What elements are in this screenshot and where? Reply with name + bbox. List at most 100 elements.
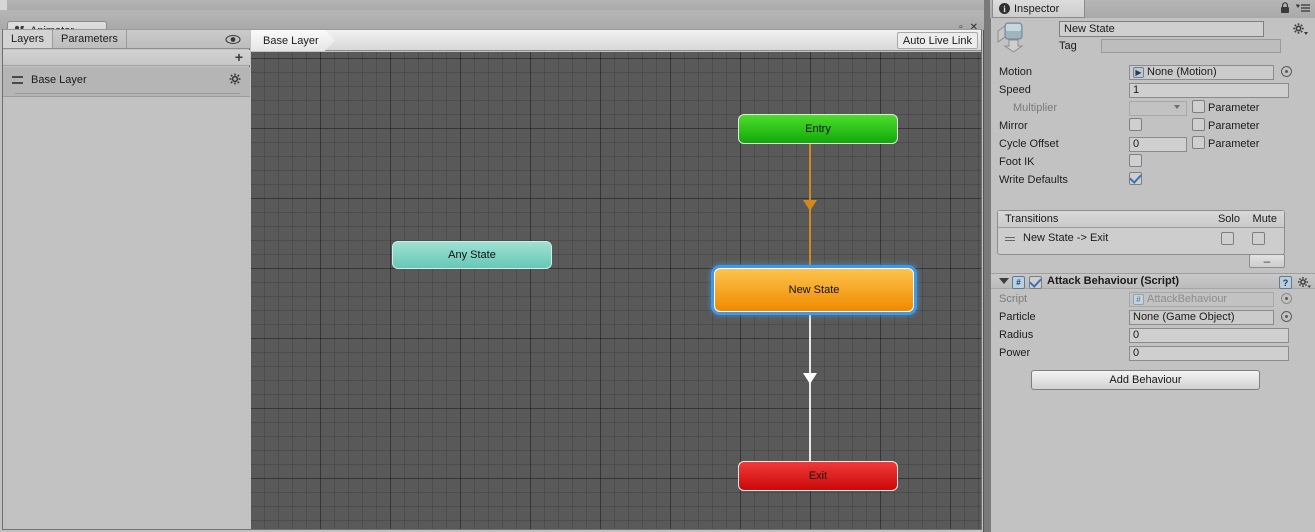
chevron-down-icon[interactable] [1174,105,1180,109]
lock-icon[interactable] [1280,2,1290,14]
add-behaviour-button[interactable]: Add Behaviour [1031,370,1260,390]
property-row-radius: Radius 0 [991,326,1315,344]
animator-tabbar: Animator ▫ ✕ [0,10,984,40]
help-icon[interactable]: ? [1279,276,1292,289]
layers-tabbar: Layers Parameters [3,30,250,49]
state-name-field[interactable]: New State [1059,21,1264,37]
script-label: Script [999,293,1028,305]
cycle-offset-parameter-checkbox[interactable] [1192,136,1205,149]
transition-solo-checkbox[interactable] [1221,232,1234,245]
property-row-mirror: Mirror Parameter [991,117,1315,135]
motion-value: None (Motion) [1147,66,1217,78]
inspector-window: i Inspector New State Tag Motion ▶ None … [990,0,1315,532]
power-label: Power [999,347,1031,359]
radius-field[interactable]: 0 [1129,327,1289,343]
transition-line [809,311,811,463]
mirror-checkbox[interactable] [1129,118,1142,131]
gear-icon[interactable] [229,73,241,85]
unity-editor-root: Animator ▫ ✕ Layers Parameters [0,0,1315,532]
state-node-label: Entry [805,123,831,135]
mute-column-header: Mute [1252,213,1277,225]
multiplier-parameter-checkbox[interactable] [1192,100,1205,113]
foot-ik-checkbox[interactable] [1129,154,1142,167]
transition-line [809,144,811,272]
tab-parameters[interactable]: Parameters [53,30,127,48]
property-row-multiplier: Multiplier Parameter [991,99,1315,117]
graph-canvas[interactable]: Entry Any State New State Exit [251,52,981,529]
add-layer-button[interactable]: + [235,50,243,64]
property-row-speed: Speed 1 [991,81,1315,99]
menu-icon[interactable] [1296,3,1310,13]
write-defaults-checkbox[interactable] [1129,172,1142,185]
gear-icon[interactable] [1297,276,1311,289]
animator-window: Animator ▫ ✕ Layers Parameters [0,0,984,532]
property-row-write-defaults: Write Defaults [991,171,1315,189]
property-row-power: Power 0 [991,344,1315,362]
power-field[interactable]: 0 [1129,345,1289,361]
state-node-new-state[interactable]: New State [714,268,914,312]
cycle-offset-field[interactable]: 0 [1129,136,1187,152]
multiplier-parameter-label: Parameter [1208,102,1260,114]
motion-type-icon: ▶ [1133,66,1144,78]
layer-divider [15,93,240,94]
state-node-exit[interactable]: Exit [738,461,898,491]
transition-item-label: New State -> Exit [1023,232,1109,244]
inspector-body: New State Tag Motion ▶ None (Motion) Spe… [990,18,1315,532]
script-type-icon: # [1133,293,1144,305]
solo-column-header: Solo [1217,213,1240,225]
eye-icon[interactable] [225,34,241,45]
particle-value: None (Game Object) [1133,311,1235,323]
speed-value: 1 [1133,84,1140,96]
tab-inspector[interactable]: i Inspector [992,0,1085,18]
tab-inspector-label: Inspector [1014,2,1060,15]
remove-transition-button[interactable]: – [1249,254,1285,268]
state-node-entry[interactable]: Entry [738,114,898,144]
tab-parameters-label: Parameters [61,33,118,45]
radius-value: 0 [1133,329,1140,341]
property-row-particle: Particle None (Game Object) [991,308,1315,326]
motion-picker-icon[interactable] [1281,66,1292,77]
inspector-tools [1280,2,1310,14]
state-node-any-state[interactable]: Any State [392,241,552,269]
cycle-offset-value: 0 [1133,138,1140,150]
tag-field[interactable] [1101,39,1281,53]
foot-ik-label: Foot IK [999,156,1035,168]
layers-list: Base Layer [3,67,250,97]
property-row-foot-ik: Foot IK [991,153,1315,171]
property-row-script: Script # AttackBehaviour [991,290,1315,308]
property-row-motion: Motion ▶ None (Motion) [991,63,1315,81]
breadcrumb[interactable]: Base Layer [251,30,335,51]
layer-item-label: Base Layer [31,74,87,86]
transition-mute-checkbox[interactable] [1252,232,1265,245]
gear-icon[interactable] [1292,22,1308,36]
foldout-arrow-icon[interactable] [999,278,1009,284]
behaviour-enabled-checkbox[interactable] [1029,276,1042,289]
cycle-offset-label: Cycle Offset [999,138,1059,150]
prefab-icon[interactable] [996,21,1030,53]
layers-empty-area [3,97,250,529]
script-field[interactable]: # AttackBehaviour [1129,291,1274,307]
tab-layers[interactable]: Layers [3,30,54,48]
radius-label: Radius [999,329,1034,341]
animator-graph-panel: Base Layer Auto Live Link Entry Any Stat… [251,30,981,529]
mirror-parameter-checkbox[interactable] [1192,118,1205,131]
info-icon: i [999,3,1010,14]
multiplier-label: Multiplier [1013,102,1058,114]
write-defaults-label: Write Defaults [999,174,1068,186]
auto-live-link-button[interactable]: Auto Live Link [896,32,978,49]
script-picker-icon[interactable] [1281,293,1292,304]
drag-handle-icon[interactable] [12,76,23,84]
motion-field[interactable]: ▶ None (Motion) [1129,64,1274,80]
speed-field[interactable]: 1 [1129,82,1289,98]
layer-item-base-layer[interactable]: Base Layer [3,67,250,93]
particle-field[interactable]: None (Game Object) [1129,309,1274,325]
state-node-label: New State [788,284,840,296]
particle-picker-icon[interactable] [1281,311,1292,322]
transition-list-item[interactable]: New State -> Exit [998,229,1284,249]
auto-live-link-label: Auto Live Link [902,34,972,47]
drag-handle-icon[interactable] [1005,237,1015,241]
add-behaviour-label: Add Behaviour [1109,374,1182,386]
state-node-label: Exit [808,470,828,482]
property-row-cycle-offset: Cycle Offset 0 Parameter [991,135,1315,153]
transition-arrow-icon [803,373,817,384]
